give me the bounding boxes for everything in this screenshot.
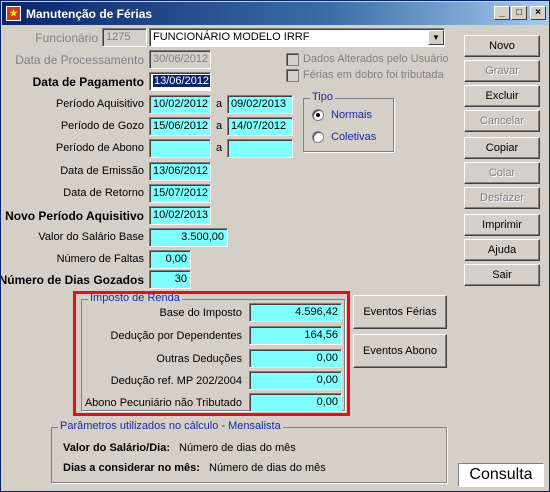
data-pagamento-label: Data de Pagamento [32,75,144,89]
data-retorno-label: Data de Retorno [63,187,144,199]
periodo-aquisitivo-from[interactable]: 10/02/2012 [149,95,211,114]
ferias-dobro-label: Férias em dobro foi tributada [303,69,444,81]
app-icon: ★ [6,6,21,21]
tipo-group: Tipo [303,91,394,152]
eventos-abono-button[interactable]: Eventos Abono [353,334,447,368]
novo-periodo-label: Novo Período Aquisitivo [5,209,144,223]
tipo-normais-label: Normais [331,109,372,121]
minimize-button[interactable]: _ [494,6,510,20]
gravar-button[interactable]: Gravar [464,60,540,82]
data-processamento-field[interactable]: 30/06/2012 [149,50,211,69]
dias-mes-value: Número de dias do mês [209,462,326,474]
numero-faltas-field[interactable]: 0,00 [149,250,191,269]
dias-gozados-label: Número de Dias Gozados [0,273,144,287]
sair-button[interactable]: Sair [464,264,540,286]
novo-button[interactable]: Novo [464,35,540,57]
periodo-gozo-sep: a [216,120,223,132]
periodo-gozo-from[interactable]: 15/06/2012 [149,117,211,136]
parametros-group: Parâmetros utilizados no cálculo - Mensa… [51,420,447,483]
periodo-gozo-to[interactable]: 14/07/2012 [227,117,293,136]
excluir-button[interactable]: Excluir [464,85,540,107]
imposto-highlight-box [73,291,350,416]
ferias-dobro-checkbox[interactable] [286,69,299,82]
desfazer-button[interactable]: Desfazer [464,187,540,209]
data-processamento-label: Data de Processamento [15,53,144,67]
close-button[interactable]: × [530,6,546,20]
funcionario-name: FUNCIONÁRIO MODELO IRRF [153,31,310,43]
data-pagamento-value: 13/06/2012 [153,75,210,87]
title-bar: ★ Manutenção de Férias _ □ × [2,2,548,25]
maximize-button[interactable]: □ [511,6,527,20]
data-pagamento-field[interactable]: 13/06/2012 [149,72,211,91]
salario-base-field[interactable]: 3.500,00 [149,228,228,247]
copiar-button[interactable]: Copiar [464,137,540,159]
chevron-down-icon[interactable]: ▼ [428,30,444,45]
dias-mes-label: Dias a considerar no mês: [63,462,200,474]
tipo-coletivas-label: Coletivas [331,131,377,143]
periodo-aquisitivo-label: Período Aquisitivo [55,98,144,110]
periodo-abono-from[interactable] [149,139,211,158]
main-window: ★ Manutenção de Férias _ □ × Funcionário… [0,0,550,492]
periodo-abono-to[interactable] [227,139,293,158]
novo-periodo-field[interactable]: 10/02/2013 [149,206,211,225]
funcionario-select[interactable]: FUNCIONÁRIO MODELO IRRF [149,28,445,47]
cancelar-button[interactable]: Cancelar [464,110,540,132]
periodo-aquisitivo-to[interactable]: 09/02/2013 [227,95,293,114]
eventos-ferias-button[interactable]: Eventos Férias [353,295,447,329]
salario-dia-label: Valor do Salário/Dia: [63,442,170,454]
tipo-normais-radio[interactable] [312,109,324,121]
dados-alterados-checkbox[interactable] [286,53,299,66]
data-emissao-label: Data de Emissão [60,165,144,177]
periodo-abono-sep: a [216,142,223,154]
periodo-gozo-label: Período de Gozo [60,120,144,132]
funcionario-code-field[interactable]: 1275 [102,28,147,47]
data-retorno-field[interactable]: 15/07/2012 [149,184,211,203]
tipo-caption: Tipo [310,91,335,103]
dias-gozados-field[interactable]: 30 [149,270,191,289]
window-title: Manutenção de Férias [26,7,153,21]
periodo-abono-label: Período de Abono [55,142,144,154]
imprimir-button[interactable]: Imprimir [464,214,540,236]
salario-base-label: Valor do Salário Base [38,231,144,243]
tipo-coletivas-radio[interactable] [312,131,324,143]
parametros-caption: Parâmetros utilizados no cálculo - Mensa… [58,420,283,432]
ajuda-button[interactable]: Ajuda [464,239,540,261]
periodo-aquisitivo-sep: a [216,98,223,110]
colar-button[interactable]: Colar [464,162,540,184]
funcionario-label: Funcionário [35,31,98,45]
numero-faltas-label: Número de Faltas [56,253,144,265]
data-emissao-field[interactable]: 13/06/2012 [149,162,211,181]
salario-dia-value: Número de dias do mês [179,442,296,454]
dados-alterados-label: Dados Alterados pelo Usuário [303,53,449,65]
mode-status: Consulta [458,463,544,487]
